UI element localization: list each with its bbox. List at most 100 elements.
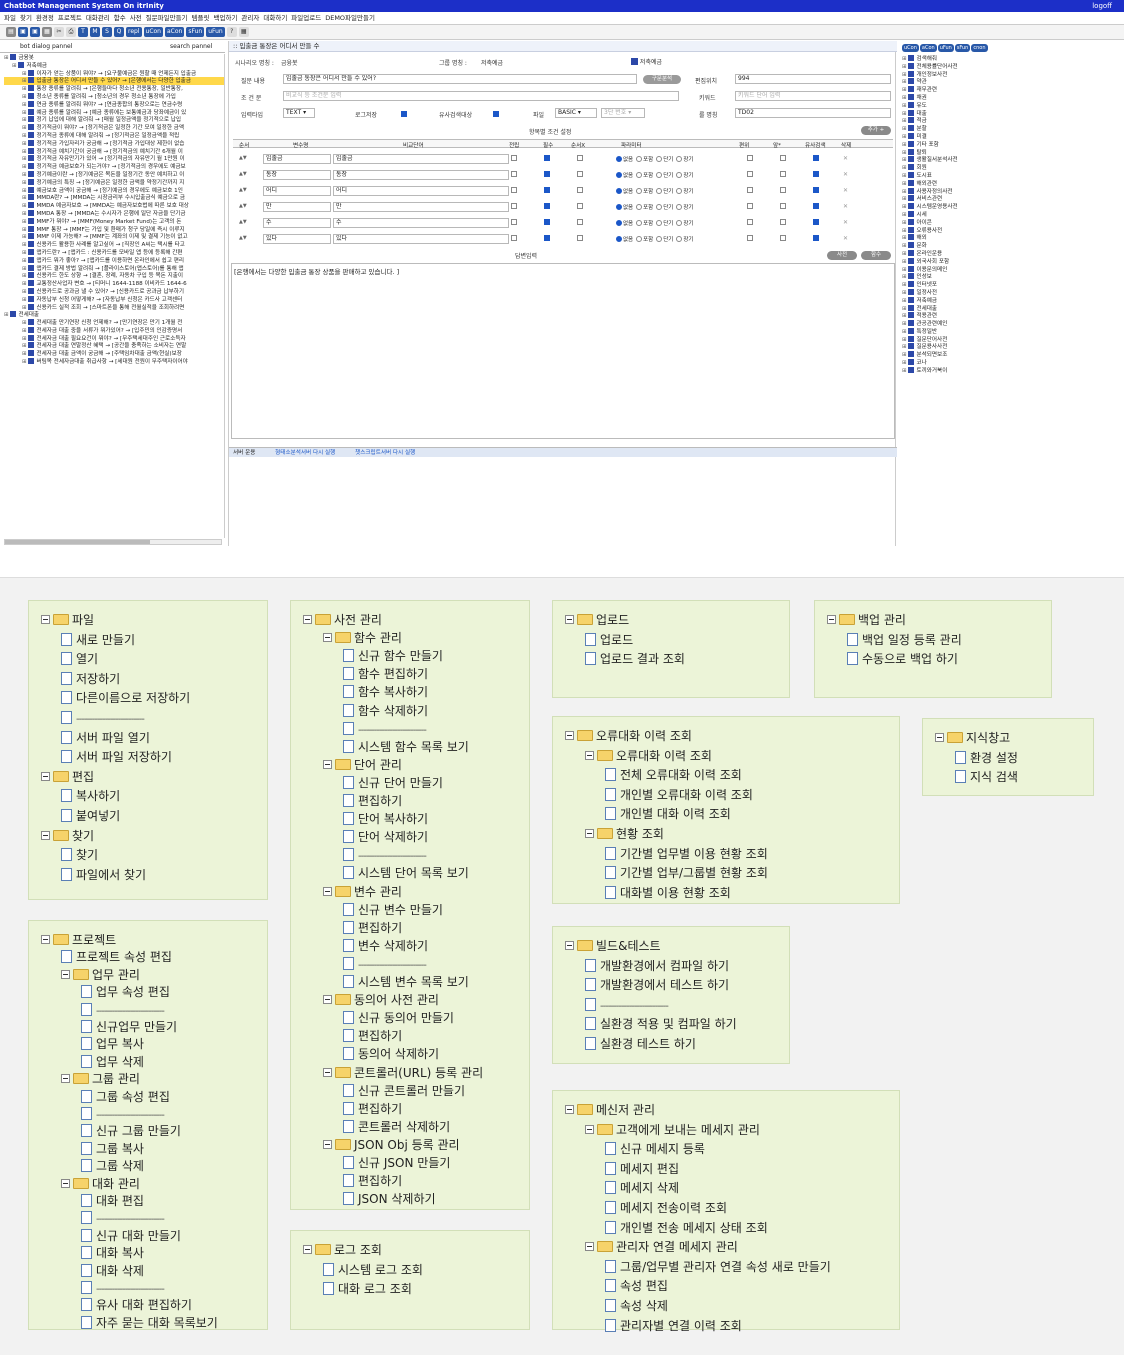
menu-tree-item[interactable]: 단어 삭제하기 — [343, 830, 428, 846]
menu-tree-item[interactable]: 편집하기 — [343, 1029, 402, 1045]
row-checkbox[interactable] — [813, 235, 819, 241]
row-checkbox[interactable] — [511, 155, 517, 161]
row-checkbox[interactable] — [780, 235, 786, 241]
collapse-toggle-icon[interactable] — [41, 935, 50, 944]
menu-tree-item[interactable]: 편집하기 — [343, 1101, 402, 1118]
parameter-radio[interactable] — [656, 188, 663, 194]
row-checkbox[interactable] — [813, 187, 819, 193]
row-checkbox[interactable] — [780, 187, 786, 193]
menu-tree-item[interactable]: 빌드&테스트 — [565, 939, 661, 955]
menu-tree-item[interactable]: 관리자 연결 메세지 관리 — [585, 1240, 738, 1256]
menu-tree-item[interactable]: 업로드 — [585, 632, 633, 649]
variable-name-input[interactable]: 만 — [263, 202, 331, 212]
row-checkbox[interactable] — [747, 171, 753, 177]
dictionary-node[interactable]: ⊞ 회원 — [902, 164, 1122, 172]
tree-node[interactable]: ⊞ 정기적금 종류에 대해 알려줘 → [정기적금은 일정금액을 적립 — [4, 131, 224, 140]
menu-tree-item[interactable]: 찾기 — [41, 829, 94, 845]
menu-tree-item[interactable]: 함수 편집하기 — [343, 667, 428, 683]
menu-tree-item[interactable]: 기간별 업부/그룹별 현황 조회 — [605, 866, 768, 882]
dictionary-node[interactable]: ⊞ 해외 — [902, 234, 1122, 242]
compare-word-input[interactable]: 수 — [333, 218, 509, 228]
menu-tree-item[interactable]: 신규 단어 만들기 — [343, 775, 443, 792]
row-checkbox[interactable] — [544, 171, 550, 177]
tree-node[interactable]: ⊞ MMF 통장 → [MMF는 가입 및 환매가 청구 당일에 즉시 이루지 — [4, 225, 224, 234]
row-checkbox[interactable] — [577, 187, 583, 193]
dictionary-node[interactable]: ⊞ 아이콘 — [902, 218, 1122, 227]
toolbar-button-1[interactable]: M — [90, 27, 100, 37]
row-checkbox[interactable] — [511, 235, 517, 241]
collapse-toggle-icon[interactable] — [323, 995, 332, 1005]
condition-input[interactable]: 비교식 등 조건문 입력 — [283, 91, 679, 101]
dictionary-node[interactable]: ⊞ 인성보 — [902, 273, 1122, 281]
menu-tree-item[interactable]: 수동으로 백업 하기 — [847, 652, 958, 668]
file-select[interactable]: BASIC ▾ — [555, 108, 597, 118]
row-checkbox[interactable] — [813, 171, 819, 177]
collapse-toggle-icon[interactable] — [323, 1067, 332, 1077]
row-checkbox[interactable] — [511, 203, 517, 209]
dictionary-node[interactable]: ⊞ 시스템운영용사전 — [902, 203, 1122, 211]
delete-row-icon[interactable]: ✕ — [843, 171, 848, 178]
dictionary-node[interactable]: ⊞ 질문단어사전 — [902, 335, 1122, 344]
parameter-radio[interactable] — [616, 220, 622, 226]
toolbar-button-0[interactable]: T — [78, 27, 88, 37]
collapse-toggle-icon[interactable] — [41, 771, 50, 781]
tab-bot-dialog[interactable]: bot dialog pannel — [20, 43, 72, 50]
row-checkbox[interactable] — [544, 187, 550, 193]
dictionary-node[interactable]: ⊞ 인터넷포 — [902, 281, 1122, 289]
menu-tree-item[interactable]: 개인별 전송 메세지 상태 조회 — [605, 1220, 768, 1237]
left-horizontal-scrollbar[interactable] — [4, 539, 222, 545]
menu-tree-item[interactable]: 저장하기 — [61, 671, 120, 688]
menu-tree-item[interactable]: 메세지 삭제 — [605, 1181, 679, 1197]
menu-tree-item[interactable]: 전체 오류대화 이력 조회 — [605, 768, 742, 784]
tree-node[interactable]: ⊞ 신용카드로 공과금 낼 수 있어? → [신용카드로 공과금 납부하기 — [4, 287, 224, 296]
row-checkbox[interactable] — [544, 219, 550, 225]
delete-row-icon[interactable]: ✕ — [843, 155, 848, 162]
row-checkbox[interactable] — [747, 203, 753, 209]
tab-search[interactable]: search pannel — [170, 43, 212, 50]
collapse-toggle-icon[interactable] — [827, 615, 836, 624]
tree-node[interactable]: ⊞ 전세자금 대출 중을 서류가 뭐가있어? → [입주민의 인감증명서 — [4, 326, 224, 335]
tree-node[interactable]: ⊞ 신용카드 활용한 사례를 알고싶어 → [직장인 A씨는 택시를 타고 — [4, 241, 224, 249]
cut-icon[interactable]: ✂ — [54, 27, 64, 37]
tree-node[interactable]: ⊞ 버팀목 전세자금대출 취급사항 → [세대원 전원이 무주택자이어야 — [4, 358, 224, 366]
toolbar-button-6[interactable]: aCon — [164, 27, 185, 37]
menu-tree-item[interactable]: 오류대화 이력 조회 — [565, 729, 692, 745]
row-checkbox[interactable] — [813, 219, 819, 225]
menu-tree-item[interactable]: 그룹 삭제 — [81, 1159, 144, 1175]
menu-tree-item[interactable]: 신규 메세지 등록 — [605, 1142, 705, 1158]
menu-tree-item[interactable]: 변수 관리 — [323, 885, 402, 901]
number-select[interactable]: 3단 번호 ▾ — [601, 108, 645, 118]
menu-tree-item[interactable]: 대화별 이용 현황 조회 — [605, 885, 731, 902]
toolbar-button-5[interactable]: uCon — [143, 27, 163, 37]
menu-tree-item[interactable]: 시스템 함수 목록 보기 — [343, 739, 469, 756]
collapse-toggle-icon[interactable] — [565, 941, 574, 950]
menu-tree-item[interactable]: 그룹 속성 편집 — [81, 1089, 170, 1106]
collapse-toggle-icon[interactable] — [61, 1074, 70, 1084]
row-checkbox[interactable] — [577, 203, 583, 209]
tree-node[interactable]: ⊞ 앱카드 결제 방법 알려줘 → [플라이스토어(앱스토어)를 통해 앱 — [4, 264, 224, 273]
menu-tree-item[interactable]: 오류대화 이력 조회 — [585, 749, 712, 765]
menu-tree-item[interactable]: 메세지 전송이력 조회 — [605, 1201, 727, 1217]
menu-item[interactable]: 사전 — [130, 14, 142, 22]
dictionary-node[interactable]: ⊞ 도시표 — [902, 171, 1122, 180]
reorder-arrows-icon[interactable]: ▲▼ — [239, 203, 247, 209]
menu-tree-item[interactable]: 메세지 편집 — [605, 1161, 679, 1178]
dictionary-node[interactable]: ⊞ 온라인운용 — [902, 249, 1122, 258]
tree-node[interactable]: ⊞ 정기적금 가입자리가 궁금해 → [정기적금 가입대상 제한이 없습 — [4, 139, 224, 148]
menu-tree-item[interactable]: 함수 삭제하기 — [343, 703, 428, 720]
reorder-arrows-icon[interactable]: ▲▼ — [239, 171, 247, 177]
menu-tree-item[interactable]: 열기 — [61, 652, 98, 668]
reorder-arrows-icon[interactable]: ▲▼ — [239, 155, 247, 161]
menu-tree-item[interactable]: 유사 대화 편집하기 — [81, 1298, 192, 1314]
row-checkbox[interactable] — [747, 155, 753, 161]
analyze-button[interactable]: 구문분석 — [643, 75, 681, 84]
menu-tree-item[interactable]: 대화 로그 조회 — [323, 1282, 412, 1298]
tree-node[interactable]: ⊞ 예금보호 금액이 궁금해 → [정기예금의 경우에도 예금보호 1인 — [4, 186, 224, 195]
menu-tree-item[interactable]: 신규업무 만들기 — [81, 1020, 177, 1036]
row-checkbox[interactable] — [780, 203, 786, 209]
parameter-radio[interactable] — [636, 188, 643, 194]
parameter-radio[interactable] — [676, 220, 683, 226]
tree-node[interactable]: ⊞ 앱카드란? → [앱카드 : 신용카드를 모바일 앱 등에 등록해 간편 — [4, 248, 224, 257]
scrollbar-thumb[interactable] — [5, 540, 150, 544]
tree-node[interactable]: ⊞ 전세자금 대출 연말정산 혜택 → [공간을 충족하는 소비자는 연말 — [4, 342, 224, 350]
